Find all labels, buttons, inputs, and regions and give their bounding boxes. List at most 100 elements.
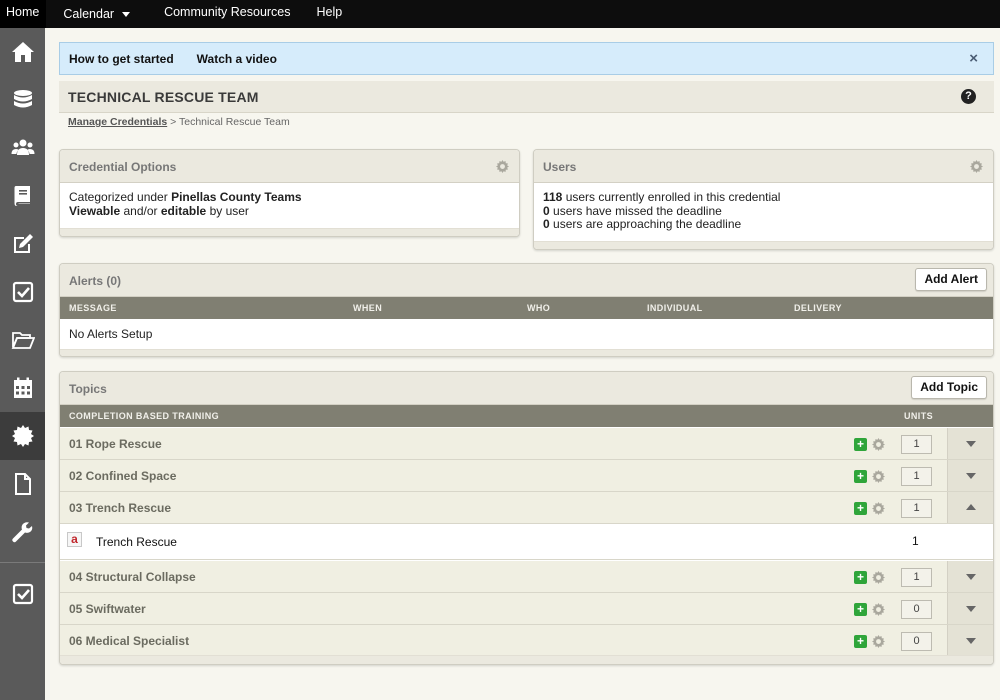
caret-down-icon: [122, 12, 131, 17]
watch-video-link[interactable]: Watch a video: [197, 52, 277, 66]
expand-toggle[interactable]: [947, 561, 993, 592]
topic-name: 05 Swiftwater: [69, 602, 146, 616]
add-item-plus-icon[interactable]: +: [854, 470, 867, 483]
credential-category-line: Categorized under Pinellas County Teams: [69, 190, 510, 205]
add-item-plus-icon[interactable]: +: [854, 603, 867, 616]
users-enrolled-line: 118 users currently enrolled in this cre…: [543, 190, 984, 205]
expand-toggle[interactable]: [947, 593, 993, 624]
checkbox-icon: [12, 583, 33, 605]
sidebar-item-tools[interactable]: [0, 508, 45, 556]
sidebar-item-home[interactable]: [0, 28, 45, 76]
users-approaching-line: 0 users are approaching the deadline: [543, 217, 984, 232]
missed-count: 0: [543, 203, 550, 218]
visibility-suffix: by user: [209, 203, 249, 218]
sidebar-separator: [0, 562, 45, 563]
how-to-get-started-link[interactable]: How to get started: [69, 52, 174, 66]
units-input[interactable]: 1: [901, 568, 932, 587]
enrolled-text: users currently enrolled in this credent…: [565, 190, 781, 204]
topic-row[interactable]: 01 Rope Rescue + 1: [60, 428, 993, 460]
credential-options-title: Credential Options: [69, 160, 177, 174]
column-header-when: WHEN: [353, 303, 383, 313]
column-header-who: WHO: [527, 303, 551, 313]
topic-sub-item[interactable]: a Trench Rescue 1: [60, 524, 993, 560]
alerts-title: Alerts (0): [69, 274, 122, 288]
credential-visibility-line: Viewable and/or editable by user: [69, 203, 510, 219]
sidebar-item-calendar[interactable]: [0, 364, 45, 412]
gear-icon[interactable]: [872, 438, 885, 451]
book-icon: [14, 186, 30, 206]
users-header: Users: [534, 150, 993, 183]
info-banner: How to get started Watch a video ×: [59, 42, 994, 75]
category-value: Pinellas County Teams: [171, 190, 302, 204]
topics-table-header: COMPLETION BASED TRAINING UNITS: [60, 405, 993, 427]
chevron-up-icon: [966, 504, 976, 510]
gear-icon[interactable]: [970, 160, 983, 173]
nav-help[interactable]: Help: [310, 0, 350, 28]
sub-item-units: 1: [912, 534, 919, 548]
chevron-down-icon: [966, 638, 976, 644]
chevron-down-icon: [966, 473, 976, 479]
panel-footer: [60, 655, 993, 664]
add-item-plus-icon[interactable]: +: [854, 502, 867, 515]
topics-panel: Topics Add Topic COMPLETION BASED TRAINI…: [59, 371, 994, 665]
topic-row[interactable]: 06 Medical Specialist + 0: [60, 625, 993, 657]
sidebar-item-library[interactable]: [0, 172, 45, 220]
add-item-plus-icon[interactable]: +: [854, 635, 867, 648]
checkbox-icon: [12, 281, 33, 303]
credential-options-header: Credential Options: [60, 150, 519, 183]
topic-row[interactable]: 04 Structural Collapse + 1: [60, 561, 993, 593]
home-icon: [11, 42, 34, 62]
approaching-count: 0: [543, 217, 550, 231]
sidebar-item-documents[interactable]: [0, 460, 45, 508]
nav-home[interactable]: Home: [0, 0, 47, 28]
breadcrumb-manage-credentials[interactable]: Manage Credentials: [68, 116, 167, 128]
topics-title: Topics: [69, 382, 107, 396]
gear-icon[interactable]: [872, 603, 885, 616]
add-item-plus-icon[interactable]: +: [854, 571, 867, 584]
gear-icon[interactable]: [872, 470, 885, 483]
expand-toggle[interactable]: [947, 428, 993, 459]
sidebar-item-tasks[interactable]: [0, 268, 45, 316]
sidebar-item-credentials[interactable]: [0, 412, 45, 460]
expand-toggle[interactable]: [947, 460, 993, 491]
column-header-message: MESSAGE: [69, 303, 117, 313]
collapse-toggle[interactable]: [947, 492, 993, 523]
add-alert-button[interactable]: Add Alert: [915, 268, 987, 291]
topic-row[interactable]: 05 Swiftwater + 0: [60, 593, 993, 625]
units-input[interactable]: 1: [901, 435, 932, 454]
gear-icon[interactable]: [872, 635, 885, 648]
assignment-type-icon: a: [67, 532, 82, 547]
sidebar-item-users[interactable]: [0, 124, 45, 172]
nav-calendar[interactable]: Calendar: [56, 0, 137, 28]
nav-community-resources[interactable]: Community Resources: [157, 0, 297, 28]
enrolled-count: 118: [543, 190, 563, 204]
document-icon: [14, 473, 31, 495]
page-header: TECHNICAL RESCUE TEAM ?: [59, 81, 994, 113]
help-icon[interactable]: ?: [961, 89, 976, 104]
topic-name: 06 Medical Specialist: [69, 634, 190, 648]
column-header-individual: INDIVIDUAL: [647, 303, 703, 313]
category-prefix: Categorized under: [69, 190, 168, 204]
units-input[interactable]: 1: [901, 499, 932, 518]
topic-row[interactable]: 03 Trench Rescue + 1: [60, 492, 993, 524]
topics-header: Topics Add Topic: [60, 372, 993, 405]
topic-row[interactable]: 02 Confined Space + 1: [60, 460, 993, 492]
units-input[interactable]: 1: [901, 467, 932, 486]
sidebar-item-checklist[interactable]: [0, 570, 45, 618]
add-topic-button[interactable]: Add Topic: [911, 376, 987, 399]
gear-icon[interactable]: [872, 571, 885, 584]
visibility-viewable: Viewable: [69, 203, 121, 218]
approaching-text: users are approaching the deadline: [553, 217, 742, 231]
sidebar-item-files[interactable]: [0, 316, 45, 364]
sidebar-item-database[interactable]: [0, 76, 45, 124]
gear-icon[interactable]: [496, 160, 509, 173]
sidebar-item-edit[interactable]: [0, 220, 45, 268]
add-item-plus-icon[interactable]: +: [854, 438, 867, 451]
units-input[interactable]: 0: [901, 600, 932, 619]
expand-toggle[interactable]: [947, 625, 993, 656]
close-icon[interactable]: ×: [969, 50, 978, 67]
breadcrumb: Manage Credentials > Technical Rescue Te…: [68, 116, 290, 128]
column-header-completion-training: COMPLETION BASED TRAINING: [69, 411, 220, 421]
units-input[interactable]: 0: [901, 632, 932, 651]
gear-icon[interactable]: [872, 502, 885, 515]
